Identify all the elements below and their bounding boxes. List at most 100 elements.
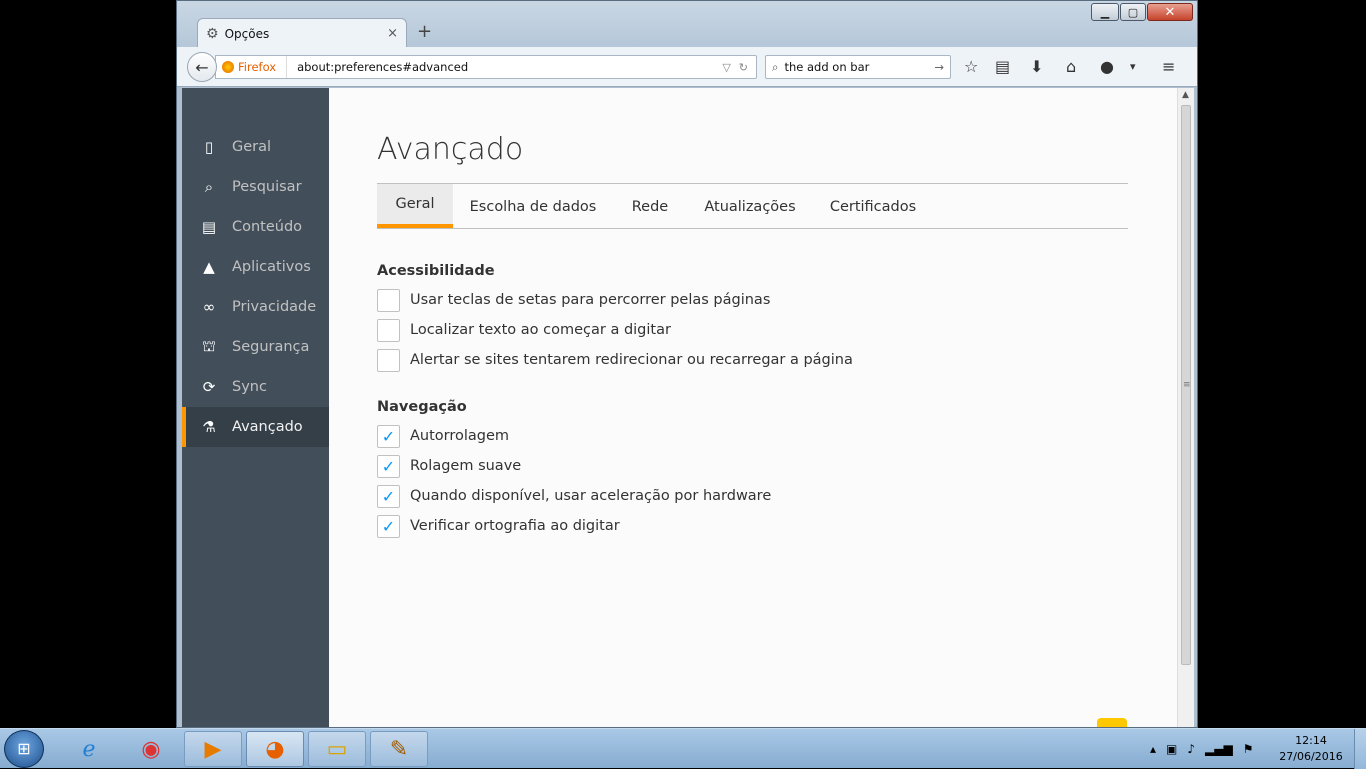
back-button[interactable]: ←	[187, 52, 217, 82]
applications-icon: ▲	[203, 258, 215, 276]
accessibility-heading: Acessibilidade	[377, 263, 495, 279]
windows-logo-icon: ⊞	[17, 739, 31, 758]
option-autoscroll[interactable]: ✓ Autorrolagem	[377, 424, 509, 448]
option-hardware-acceleration[interactable]: ✓ Quando disponível, usar aceleração por …	[377, 484, 771, 508]
sidebar-item-label: Privacidade	[232, 299, 317, 315]
scroll-up-icon[interactable]: ▲	[1182, 90, 1189, 100]
addon-dropdown-icon[interactable]: ▾	[1130, 60, 1136, 73]
tab-atualizacoes[interactable]: Atualizações	[687, 184, 813, 229]
sidebar-item-pesquisar[interactable]: ⌕ Pesquisar	[182, 167, 329, 207]
identity-label: Firefox	[238, 60, 277, 74]
show-desktop-button[interactable]	[1354, 729, 1366, 769]
option-label: Rolagem suave	[410, 458, 522, 474]
tab-escolha-de-dados[interactable]: Escolha de dados	[453, 184, 613, 229]
folder-icon: ▭	[326, 736, 348, 762]
volume-muted-icon[interactable]: ♪	[1187, 742, 1195, 756]
sidebar-item-label: Conteúdo	[232, 219, 303, 235]
advanced-tabs: Geral Escolha de dados Rede Atualizações…	[377, 183, 1128, 229]
vertical-scrollbar[interactable]: ▲ ≡	[1177, 88, 1194, 727]
taskbar-paint[interactable]: ✎	[370, 731, 428, 767]
bookmark-star-icon[interactable]: ☆	[964, 57, 978, 76]
checkbox-checked[interactable]: ✓	[377, 454, 400, 478]
history-dropdown-icon[interactable]: ▽	[722, 61, 730, 74]
sidebar-item-aplicativos[interactable]: ▲ Aplicativos	[182, 247, 329, 287]
sidebar-item-label: Pesquisar	[232, 179, 302, 195]
maximize-button[interactable]: ▢	[1120, 3, 1146, 21]
sidebar-item-sync[interactable]: ⟳ Sync	[182, 367, 329, 407]
reload-icon[interactable]: ↻	[739, 61, 748, 74]
help-button[interactable]	[1097, 718, 1127, 727]
sidebar-item-avancado[interactable]: ⚗ Avançado	[182, 407, 329, 447]
url-bar[interactable]: Firefox about:preferences#advanced ▽ ↻	[215, 55, 757, 79]
option-warn-redirect[interactable]: Alertar se sites tentarem redirecionar o…	[377, 348, 853, 372]
menu-hamburger-icon[interactable]: ≡	[1162, 57, 1175, 76]
search-icon: ⌕	[204, 178, 214, 196]
taskbar-internet-explorer[interactable]: ℯ	[60, 731, 118, 767]
taskbar-firefox[interactable]: ◕	[246, 731, 304, 767]
bookmarks-menu-icon[interactable]: ▤	[995, 57, 1010, 76]
tab-certificados[interactable]: Certificados	[813, 184, 933, 229]
taskbar-media-player[interactable]: ▶	[184, 731, 242, 767]
sidebar-item-privacidade[interactable]: ∞ Privacidade	[182, 287, 329, 327]
home-icon[interactable]: ⌂	[1066, 57, 1076, 76]
option-label: Usar teclas de setas para percorrer pela…	[410, 292, 771, 308]
start-button[interactable]: ⊞	[4, 730, 44, 768]
scroll-grip-icon: ≡	[1183, 380, 1191, 390]
minimize-button[interactable]: ▁	[1091, 3, 1119, 21]
advanced-icon: ⚗	[202, 418, 216, 436]
clock[interactable]: 12:14 27/06/2016	[1276, 733, 1346, 765]
checkbox[interactable]	[377, 318, 400, 342]
action-center-flag-icon[interactable]: ⚑	[1243, 742, 1254, 756]
firefox-logo-icon	[222, 61, 234, 73]
search-input[interactable]: the add on bar	[784, 60, 934, 74]
checkbox[interactable]	[377, 288, 400, 312]
downloads-icon[interactable]: ⬇	[1030, 57, 1043, 76]
back-arrow-icon: ←	[195, 57, 209, 77]
option-label: Localizar texto ao começar a digitar	[410, 322, 671, 338]
search-bar[interactable]: ⌕ the add on bar →	[765, 55, 951, 79]
device-icon[interactable]: ▣	[1166, 742, 1177, 756]
privacy-mask-icon: ∞	[202, 298, 216, 316]
option-label: Quando disponível, usar aceleração por h…	[410, 488, 772, 504]
sidebar-item-seguranca[interactable]: ⛫ Segurança	[182, 327, 329, 367]
url-input[interactable]: about:preferences#advanced	[287, 60, 722, 74]
firefox-icon: ◕	[265, 736, 285, 762]
security-icon: ⛫	[202, 337, 216, 355]
sidebar-item-conteudo[interactable]: ▤ Conteúdo	[182, 207, 329, 247]
gear-icon: ⚙	[206, 25, 219, 42]
option-label: Verificar ortografia ao digitar	[410, 518, 620, 534]
sidebar-item-label: Avançado	[232, 419, 303, 435]
checkbox-checked[interactable]: ✓	[377, 514, 400, 538]
show-hidden-icons-icon[interactable]: ▴	[1150, 742, 1156, 756]
tab-rede[interactable]: Rede	[613, 184, 687, 229]
content-icon: ▤	[201, 218, 217, 236]
network-signal-icon[interactable]: ▂▄▆	[1205, 742, 1233, 756]
search-go-icon[interactable]: →	[934, 60, 944, 74]
chrome-icon: ◉	[141, 736, 161, 762]
sidebar-item-geral[interactable]: ▯ Geral	[182, 127, 329, 167]
sidebar-item-label: Aplicativos	[232, 259, 311, 275]
taskbar-explorer[interactable]: ▭	[308, 731, 366, 767]
tab-close-icon[interactable]: ×	[387, 26, 398, 41]
option-spellcheck[interactable]: ✓ Verificar ortografia ao digitar	[377, 514, 620, 538]
checkbox-checked[interactable]: ✓	[377, 484, 400, 508]
preferences-pane: Avançado Geral Escolha de dados Rede Atu…	[329, 88, 1177, 727]
system-tray: ▴ ▣ ♪ ▂▄▆ ⚑	[1150, 729, 1264, 769]
navigation-toolbar: Firefox about:preferences#advanced ▽ ↻ ←…	[177, 47, 1197, 87]
addon-icon[interactable]: ●	[1100, 57, 1114, 76]
close-window-button[interactable]: ✕	[1147, 3, 1193, 21]
new-tab-button[interactable]: +	[417, 21, 432, 42]
minimize-icon: ▁	[1100, 5, 1110, 19]
taskbar-chrome[interactable]: ◉	[122, 731, 180, 767]
title-bar: ▁ ▢ ✕ ⚙ Opções × +	[177, 1, 1197, 48]
tab-options[interactable]: ⚙ Opções ×	[197, 18, 407, 48]
option-arrow-keys[interactable]: Usar teclas de setas para percorrer pela…	[377, 288, 770, 312]
checkbox-checked[interactable]: ✓	[377, 424, 400, 448]
checkbox[interactable]	[377, 348, 400, 372]
option-find-as-you-type[interactable]: Localizar texto ao começar a digitar	[377, 318, 671, 342]
option-smooth-scroll[interactable]: ✓ Rolagem suave	[377, 454, 521, 478]
general-icon: ▯	[204, 138, 214, 156]
tab-geral[interactable]: Geral	[377, 184, 453, 228]
site-identity[interactable]: Firefox	[216, 56, 288, 78]
clock-date: 27/06/2016	[1279, 750, 1343, 763]
